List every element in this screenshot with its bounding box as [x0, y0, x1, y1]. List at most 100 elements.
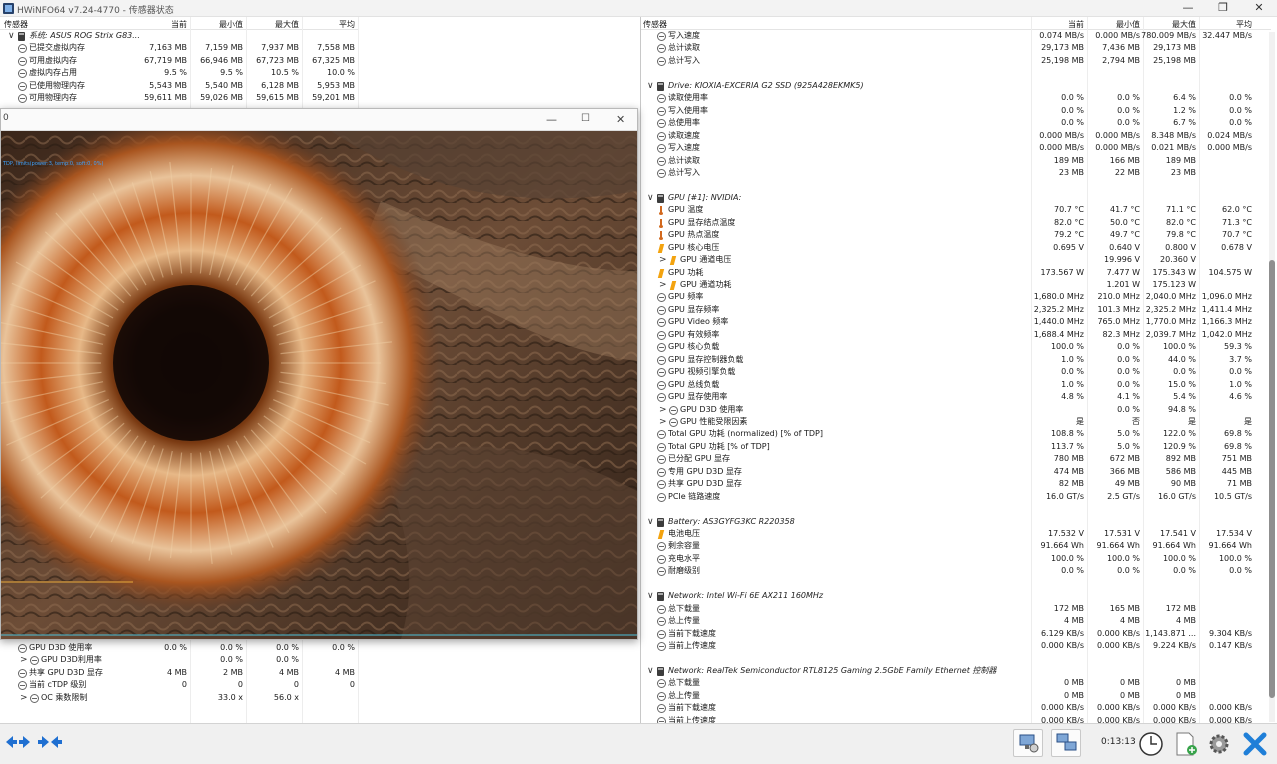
sensor-group-row[interactable]: ∨ Drive: KIOXIA-EXCERIA G2 SSD (925A428EK… [641, 80, 1271, 93]
sensor-row[interactable]: 读取使用率 0.0 % 0.0 % 6.4 % 0.0 % [641, 92, 1271, 105]
sensor-row[interactable]: 剩余容量 91.664 Wh 91.664 Wh 91.664 Wh 91.664 Wh [641, 540, 1271, 553]
collapsed-chevron-icon[interactable]: > [659, 404, 667, 417]
minimize-button[interactable]: — [1178, 1, 1198, 15]
sensor-row[interactable]: 电池电压 17.532 V 17.531 V 17.541 V 17.534 V [641, 528, 1271, 541]
sensor-row[interactable]: GPU 热点温度 79.2 °C 49.7 °C 79.8 °C 70.7 °C [641, 229, 1271, 242]
sensor-row[interactable]: 当前 cTDP 级别 0 0 0 0 [0, 679, 358, 692]
overlay-maximize-button[interactable]: ☐ [581, 113, 590, 124]
sensor-row[interactable]: Total GPU 功耗 (normalized) [% of TDP] 108.… [641, 428, 1271, 441]
col-max-right[interactable]: 最大值 [1153, 19, 1196, 30]
sensor-row[interactable]: GPU 总线负载 1.0 % 0.0 % 15.0 % 1.0 % [641, 379, 1271, 392]
sensor-row[interactable]: 已提交虚拟内存 7,163 MB 7,159 MB 7,937 MB 7,558 MB [0, 42, 358, 55]
sensor-row[interactable]: GPU Video 频率 1,440.0 MHz 765.0 MHz 1,770.0 … [641, 316, 1271, 329]
sensor-row[interactable]: > GPU D3D利用率 0.0 % 0.0 % [0, 654, 358, 667]
sensor-row[interactable]: 当前上传速度 0.000 KB/s 0.000 KB/s 0.000 KB/s 0.00… [641, 715, 1271, 723]
sensor-row[interactable]: GPU 显存频率 2,325.2 MHz 101.3 MHz 2,325.2 MHz 1… [641, 304, 1271, 317]
sensor-row[interactable]: 共享 GPU D3D 显存 82 MB 49 MB 90 MB 71 MB [641, 478, 1271, 491]
overlay-minimize-button[interactable]: — [546, 113, 557, 126]
sensor-group-row[interactable]: ∨ Network: Intel Wi-Fi 6E AX211 160MHz [641, 590, 1271, 603]
sensor-row[interactable]: 已使用物理内存 5,543 MB 5,540 MB 6,128 MB 5,953 MB [0, 80, 358, 93]
expand-chevron-icon[interactable]: ∨ [647, 516, 654, 529]
sensor-row[interactable]: 虚拟内存占用 9.5 % 9.5 % 10.5 % 10.0 % [0, 67, 358, 80]
collapsed-chevron-icon[interactable]: > [659, 416, 667, 429]
scrollbar-thumb[interactable] [1269, 260, 1275, 698]
col-max[interactable]: 最大值 [256, 19, 299, 30]
network-icon[interactable] [1051, 729, 1081, 757]
sensor-group-row[interactable]: ∨ Network: RealTek Semiconductor RTL8125 … [641, 665, 1271, 678]
sensor-row[interactable]: > GPU 通道功耗 1.201 W 175.123 W [641, 279, 1271, 292]
expand-chevron-icon[interactable]: ∨ [647, 192, 654, 205]
sensor-row[interactable]: 共享 GPU D3D 显存 4 MB 2 MB 4 MB 4 MB [0, 667, 358, 680]
sensor-row[interactable]: 可用虚拟内存 67,719 MB 66,946 MB 67,723 MB 67,325 … [0, 55, 358, 68]
sensor-row[interactable]: 总计写入 25,198 MB 2,794 MB 25,198 MB [641, 55, 1271, 68]
sensor-row[interactable]: 已分配 GPU 显存 780 MB 672 MB 892 MB 751 MB [641, 453, 1271, 466]
sensor-row[interactable]: 总使用率 0.0 % 0.0 % 6.7 % 0.0 % [641, 117, 1271, 130]
overlay-window[interactable]: 0 — ☐ ✕ TDP, limits(power:3, temp:0, sof… [0, 108, 638, 640]
sensor-row[interactable]: GPU 有效频率 1,688.4 MHz 82.3 MHz 2,039.7 MHz 1,… [641, 329, 1271, 342]
sensor-row[interactable]: GPU 温度 70.7 °C 41.7 °C 71.1 °C 62.0 °C [641, 204, 1271, 217]
sensor-group-row[interactable]: ∨ 系统: ASUS ROG Strix G83... [0, 30, 358, 43]
sensor-row[interactable]: GPU D3D 使用率 0.0 % 0.0 % 0.0 % 0.0 % [0, 642, 358, 655]
col-current[interactable]: 当前 [150, 19, 187, 30]
network-config-icon[interactable] [1013, 729, 1043, 757]
sensor-row[interactable]: GPU 频率 1,680.0 MHz 210.0 MHz 2,040.0 MHz 1,0… [641, 291, 1271, 304]
sensor-row[interactable]: 耐磨级别 0.0 % 0.0 % 0.0 % 0.0 % [641, 565, 1271, 578]
settings-icon[interactable] [1203, 729, 1233, 757]
col-sensor[interactable]: 传感器 [4, 19, 28, 30]
sensor-row[interactable]: > GPU 性能受限因素 是 否 是 是 [641, 416, 1271, 429]
sensor-row[interactable]: 写入速度 0.000 MB/s 0.000 MB/s 0.021 MB/s 0.000 … [641, 142, 1271, 155]
sensor-row[interactable]: GPU 核心电压 0.695 V 0.640 V 0.800 V 0.678 V [641, 242, 1271, 255]
expand-chevron-icon[interactable]: ∨ [647, 665, 654, 678]
clock-icon[interactable] [1135, 729, 1165, 757]
overlay-close-button[interactable]: ✕ [616, 113, 625, 126]
sensor-row[interactable]: 读取速度 0.000 MB/s 0.000 MB/s 8.348 MB/s 0.024 … [641, 130, 1271, 143]
sensor-row[interactable]: GPU 核心负载 100.0 % 0.0 % 100.0 % 59.3 % [641, 341, 1271, 354]
col-current-right[interactable]: 当前 [1041, 19, 1084, 30]
sensor-row[interactable]: 当前下载速度 6.129 KB/s 0.000 KB/s 1,143.871 ... 9… [641, 628, 1271, 641]
expand-chevron-icon[interactable]: ∨ [8, 30, 15, 43]
sensor-row[interactable]: GPU 视频引擎负载 0.0 % 0.0 % 0.0 % 0.0 % [641, 366, 1271, 379]
col-avg[interactable]: 平均 [312, 19, 355, 30]
log-add-icon[interactable] [1170, 729, 1200, 757]
col-min[interactable]: 最小值 [200, 19, 243, 30]
sensor-row[interactable]: 总上传量 4 MB 4 MB 4 MB [641, 615, 1271, 628]
sensor-row[interactable]: 充电水平 100.0 % 100.0 % 100.0 % 100.0 % [641, 553, 1271, 566]
sensor-row[interactable]: 当前下载速度 0.000 KB/s 0.000 KB/s 0.000 KB/s 0.00… [641, 702, 1271, 715]
sensor-group-row[interactable]: ∨ GPU [#1]: NVIDIA: [641, 192, 1271, 205]
collapsed-chevron-icon[interactable]: > [659, 279, 667, 292]
maximize-button[interactable]: ❐ [1213, 1, 1233, 15]
sensor-row[interactable]: 写入速度 0.074 MB/s 0.000 MB/s 780.009 MB/s 32.4… [641, 30, 1271, 43]
nav-arrows-icon[interactable] [2, 729, 32, 757]
sensor-row[interactable]: > OC 乘数限制 33.0 x 56.0 x [0, 692, 358, 705]
expand-chevron-icon[interactable]: ∨ [647, 80, 654, 93]
sensor-row[interactable]: 总下载量 172 MB 165 MB 172 MB [641, 603, 1271, 616]
sensor-row[interactable]: 总计写入 23 MB 22 MB 23 MB [641, 167, 1271, 180]
sensor-row[interactable]: 总计读取 29,173 MB 7,436 MB 29,173 MB [641, 42, 1271, 55]
sensor-row[interactable]: GPU 显存控制器负载 1.0 % 0.0 % 44.0 % 3.7 % [641, 354, 1271, 367]
sensor-pane-right[interactable]: 传感器 当前 最小值 最大值 平均 写入速度 0.074 MB/s 0.000 MB… [640, 17, 1277, 723]
collapsed-chevron-icon[interactable]: > [20, 654, 28, 667]
sensor-row[interactable]: 总计读取 189 MB 166 MB 189 MB [641, 155, 1271, 168]
sensor-row[interactable]: 专用 GPU D3D 显存 474 MB 366 MB 586 MB 445 MB [641, 466, 1271, 479]
sensor-row[interactable]: GPU 显存使用率 4.8 % 4.1 % 5.4 % 4.6 % [641, 391, 1271, 404]
sensor-row[interactable]: 当前上传速度 0.000 KB/s 0.000 KB/s 9.224 KB/s 0.14… [641, 640, 1271, 653]
col-min-right[interactable]: 最小值 [1097, 19, 1140, 30]
expand-chevron-icon[interactable]: ∨ [647, 590, 654, 603]
sensor-row[interactable]: 可用物理内存 59,611 MB 59,026 MB 59,615 MB 59,201 … [0, 92, 358, 105]
sensor-row[interactable]: 总上传量 0 MB 0 MB 0 MB [641, 690, 1271, 703]
vertical-scrollbar[interactable] [1269, 32, 1275, 722]
collapsed-chevron-icon[interactable]: > [20, 692, 28, 705]
sensor-row[interactable]: > GPU 通道电压 19.996 V 20.360 V [641, 254, 1271, 267]
sensor-row[interactable]: GPU 功耗 173.567 W 7.477 W 175.343 W 104.575 W [641, 267, 1271, 280]
col-avg-right[interactable]: 平均 [1209, 19, 1252, 30]
collapsed-chevron-icon[interactable]: > [659, 254, 667, 267]
sensor-row[interactable]: 总下载量 0 MB 0 MB 0 MB [641, 677, 1271, 690]
sensor-row[interactable]: GPU 显存结点温度 82.0 °C 50.0 °C 82.0 °C 71.3 °C [641, 217, 1271, 230]
sensor-group-row[interactable]: ∨ Battery: AS3GYFG3KC R220358 [641, 516, 1271, 529]
sensor-row[interactable]: Total GPU 功耗 [% of TDP] 113.7 % 5.0 % 120.9… [641, 441, 1271, 454]
close-icon[interactable] [1239, 729, 1269, 757]
sensor-row[interactable]: 写入使用率 0.0 % 0.0 % 1.2 % 0.0 % [641, 105, 1271, 118]
sensor-row[interactable]: PCIe 链路速度 16.0 GT/s 2.5 GT/s 16.0 GT/s 10.5 … [641, 491, 1271, 504]
sensor-row[interactable]: > GPU D3D 使用率 0.0 % 94.8 % [641, 404, 1271, 417]
collapse-arrows-icon[interactable] [34, 729, 64, 757]
